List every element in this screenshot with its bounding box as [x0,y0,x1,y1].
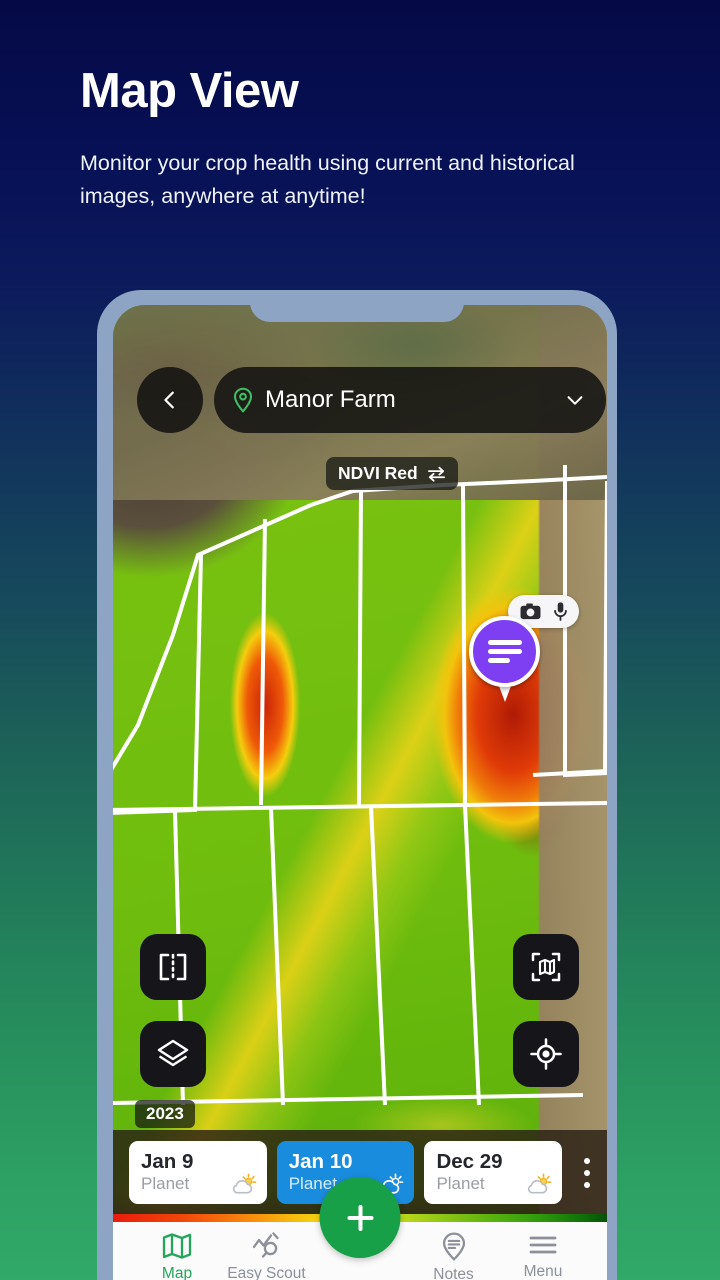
page-title: Map View [80,64,299,118]
gps-locate-icon [530,1038,562,1070]
plus-icon [347,1204,373,1231]
date-day-label: Dec 29 [436,1149,503,1173]
layers-icon [157,1039,189,1067]
nav-label: Map [161,1265,193,1280]
map-topbar: Manor Farm [137,367,606,433]
index-type-label: NDVI Red [338,463,418,483]
more-vertical-icon[interactable] [574,1157,599,1188]
nav-label: Menu [523,1263,563,1280]
phone-mockup: Manor Farm NDVI Red 2023 Jan 9 Planet Ja… [97,290,617,1280]
nav-item-notes[interactable]: Notes [412,1232,496,1280]
chevron-left-icon [164,391,174,409]
nav-label: Easy Scout [227,1265,306,1280]
note-lines-icon [487,636,522,667]
split-compare-icon [159,953,187,981]
scout-chart-icon [252,1232,279,1258]
microphone-icon[interactable] [553,601,568,622]
fit-bounds-button[interactable] [513,934,579,1000]
camera-icon[interactable] [519,602,542,621]
note-pin-icon [442,1232,465,1261]
compare-split-button[interactable] [140,934,206,1000]
hero-section: Map View Monitor your crop health using … [80,64,640,213]
date-card[interactable]: Jan 9 Planet [129,1141,267,1204]
date-day-label: Jan 9 [141,1149,194,1173]
locate-me-button[interactable] [513,1021,579,1087]
map-layers-button[interactable] [140,1021,206,1087]
farm-name-label: Manor Farm [265,386,396,413]
phone-screen: Manor Farm NDVI Red 2023 Jan 9 Planet Ja… [113,305,607,1280]
add-button[interactable] [319,1177,401,1258]
back-button[interactable] [137,367,203,433]
nav-item-menu[interactable]: Menu [501,1232,585,1280]
page-subtitle: Monitor your crop health using current a… [80,151,575,209]
nav-label: Notes [433,1266,474,1280]
nav-item-map[interactable]: Map [135,1232,219,1280]
sun-behind-cloud-icon [528,1173,552,1194]
chevron-down-icon[interactable] [564,389,586,411]
location-pin-icon [233,387,253,413]
index-type-badge[interactable]: NDVI Red [326,457,458,490]
date-day-label: Jan 10 [288,1149,353,1173]
hamburger-icon [529,1236,557,1254]
nav-item-easy-scout[interactable]: Easy Scout [225,1232,309,1280]
fit-map-bounds-icon [531,952,561,982]
swap-arrows-icon [427,466,445,482]
map-icon [162,1233,192,1259]
note-pin-bubble[interactable] [469,616,540,687]
farm-selector[interactable]: Manor Farm [214,367,606,433]
phone-notch [250,290,464,322]
year-badge: 2023 [135,1100,195,1128]
sun-behind-cloud-icon [232,1173,257,1194]
date-card[interactable]: Dec 29 Planet [424,1141,563,1204]
